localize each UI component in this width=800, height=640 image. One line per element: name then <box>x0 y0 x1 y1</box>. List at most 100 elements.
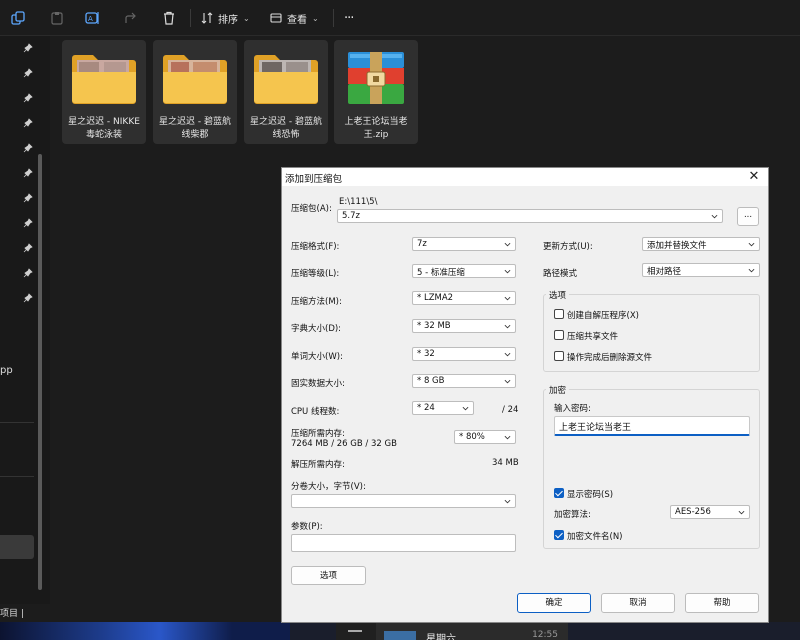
notification-time: 12:55 <box>532 630 558 640</box>
delete-after-label[interactable]: 操作完成后删除源文件 <box>567 351 652 363</box>
status-bar <box>0 604 290 622</box>
encrypt-filenames-checkbox[interactable] <box>554 530 564 540</box>
nav-divider <box>0 422 34 423</box>
compress-memory-label: 压缩所需内存: <box>291 429 345 439</box>
pin-icon[interactable] <box>23 243 33 253</box>
chevron-down-icon <box>504 242 511 247</box>
split-volume-label: 分卷大小，字节(V): <box>291 482 366 492</box>
password-input[interactable]: 上老王论坛当老王 <box>554 416 750 436</box>
pin-icon[interactable] <box>23 68 33 78</box>
show-password-checkbox[interactable] <box>554 488 564 498</box>
shared-files-checkbox[interactable] <box>554 330 564 340</box>
encryption-method-combo[interactable]: AES-256 <box>670 505 750 519</box>
chevron-down-icon <box>738 510 745 515</box>
chevron-down-icon <box>748 242 755 247</box>
archive-name-combo[interactable]: 5.7z <box>337 209 723 223</box>
method-combo[interactable]: * LZMA2 <box>412 291 516 305</box>
update-mode-value: 添加并替换文件 <box>647 241 707 251</box>
sfx-checkbox[interactable] <box>554 309 564 319</box>
split-volume-combo[interactable] <box>291 494 516 508</box>
memory-usage-combo[interactable]: * 80% <box>454 430 516 444</box>
sort-label: 排序 <box>218 14 238 26</box>
nav-item-selected[interactable] <box>0 535 34 559</box>
file-tile[interactable]: 星之迟迟 - NIKKE毒蛇泳装 <box>62 40 146 144</box>
copy-icon[interactable] <box>9 9 27 27</box>
dictionary-combo[interactable]: * 32 MB <box>412 319 516 333</box>
file-tile[interactable]: 上老王论坛当老王.zip <box>334 40 418 144</box>
sfx-label[interactable]: 创建自解压程序(X) <box>567 309 639 321</box>
view-menu-button[interactable]: 查看 ⌄ <box>270 8 319 28</box>
pin-icon[interactable] <box>23 193 33 203</box>
more-options-button[interactable]: ··· <box>344 8 354 28</box>
nav-divider <box>0 476 34 477</box>
pin-icon[interactable] <box>23 43 33 53</box>
ok-button[interactable]: 确定 <box>517 593 591 613</box>
rename-icon[interactable]: A <box>84 9 102 27</box>
archive-path: E:\111\5\ <box>339 197 378 207</box>
level-combo[interactable]: 5 - 标准压缩 <box>412 264 516 278</box>
shared-files-label[interactable]: 压缩共享文件 <box>567 330 618 342</box>
pin-icon[interactable] <box>23 168 33 178</box>
pin-icon[interactable] <box>23 93 33 103</box>
solid-block-combo[interactable]: * 8 GB <box>412 374 516 388</box>
options-group-title: 选项 <box>546 289 570 301</box>
help-button[interactable]: 帮助 <box>685 593 759 613</box>
path-mode-combo[interactable]: 相对路径 <box>642 263 760 277</box>
pin-icon[interactable] <box>23 118 33 128</box>
nav-scrollbar[interactable] <box>38 154 42 590</box>
cancel-button[interactable]: 取消 <box>601 593 675 613</box>
decompress-memory-value: 34 MB <box>492 458 519 468</box>
format-value: 7z <box>417 239 427 249</box>
sort-menu-button[interactable]: 排序 ⌄ <box>201 8 250 28</box>
wallpaper-strip <box>0 622 290 640</box>
chevron-down-icon <box>504 352 511 357</box>
show-password-label[interactable]: 显示密码(S) <box>567 488 613 500</box>
format-label: 压缩格式(F): <box>291 242 340 252</box>
dialog-titlebar[interactable]: 添加到压缩包 ✕ <box>282 168 768 186</box>
nav-item-clipped-label[interactable]: pp <box>0 365 13 376</box>
share-icon[interactable] <box>122 9 140 27</box>
file-tile[interactable]: 星之迟迟 - 碧蓝航线柴郡 <box>153 40 237 144</box>
browse-button[interactable]: ... <box>737 207 759 226</box>
chevron-down-icon: ⌄ <box>243 13 250 23</box>
sort-icon <box>201 12 213 24</box>
options-button[interactable]: 选项 <box>291 566 366 585</box>
pin-icon[interactable] <box>23 293 33 303</box>
file-name: 上老王论坛当老王.zip <box>344 117 408 140</box>
word-size-label: 单词大小(W): <box>291 352 343 362</box>
encryption-method-label: 加密算法: <box>554 510 591 520</box>
path-mode-value: 相对路径 <box>647 267 682 277</box>
chevron-down-icon <box>504 499 511 504</box>
delete-icon[interactable] <box>160 9 178 27</box>
folder-icon <box>163 55 227 104</box>
update-mode-combo[interactable]: 添加并替换文件 <box>642 237 760 251</box>
encrypt-filenames-label[interactable]: 加密文件名(N) <box>567 530 623 542</box>
chevron-down-icon <box>504 379 511 384</box>
paste-icon[interactable] <box>48 9 66 27</box>
notification-card[interactable]: 星期六 12:55 <box>376 622 568 640</box>
chevron-down-icon <box>748 268 755 273</box>
pin-icon[interactable] <box>23 143 33 153</box>
method-label: 压缩方法(M): <box>291 297 342 307</box>
encryption-group-title: 加密 <box>546 384 570 396</box>
word-size-combo[interactable]: * 32 <box>412 347 516 361</box>
archive-label: 压缩包(A): <box>291 204 332 214</box>
pin-icon[interactable] <box>23 218 33 228</box>
method-value: * LZMA2 <box>417 293 454 303</box>
taskbar-button[interactable] <box>336 622 376 640</box>
close-icon[interactable]: ✕ <box>746 169 762 185</box>
parameters-label: 参数(P): <box>291 522 323 532</box>
chevron-down-icon <box>504 269 511 274</box>
password-value: 上老王论坛当老王 <box>559 423 632 433</box>
parameters-input[interactable] <box>291 534 516 552</box>
cpu-threads-combo[interactable]: * 24 <box>412 401 474 415</box>
file-tile[interactable]: 星之迟迟 - 碧蓝航线恐怖 <box>244 40 328 144</box>
pin-icon[interactable] <box>23 268 33 278</box>
file-name: 星之迟迟 - 碧蓝航线柴郡 <box>159 117 231 140</box>
cpu-threads-label: CPU 线程数: <box>291 407 340 417</box>
toolbar-divider <box>333 9 334 27</box>
format-combo[interactable]: 7z <box>412 237 516 251</box>
update-mode-label: 更新方式(U): <box>543 242 593 252</box>
toolbar-divider <box>190 9 191 27</box>
delete-after-checkbox[interactable] <box>554 351 564 361</box>
